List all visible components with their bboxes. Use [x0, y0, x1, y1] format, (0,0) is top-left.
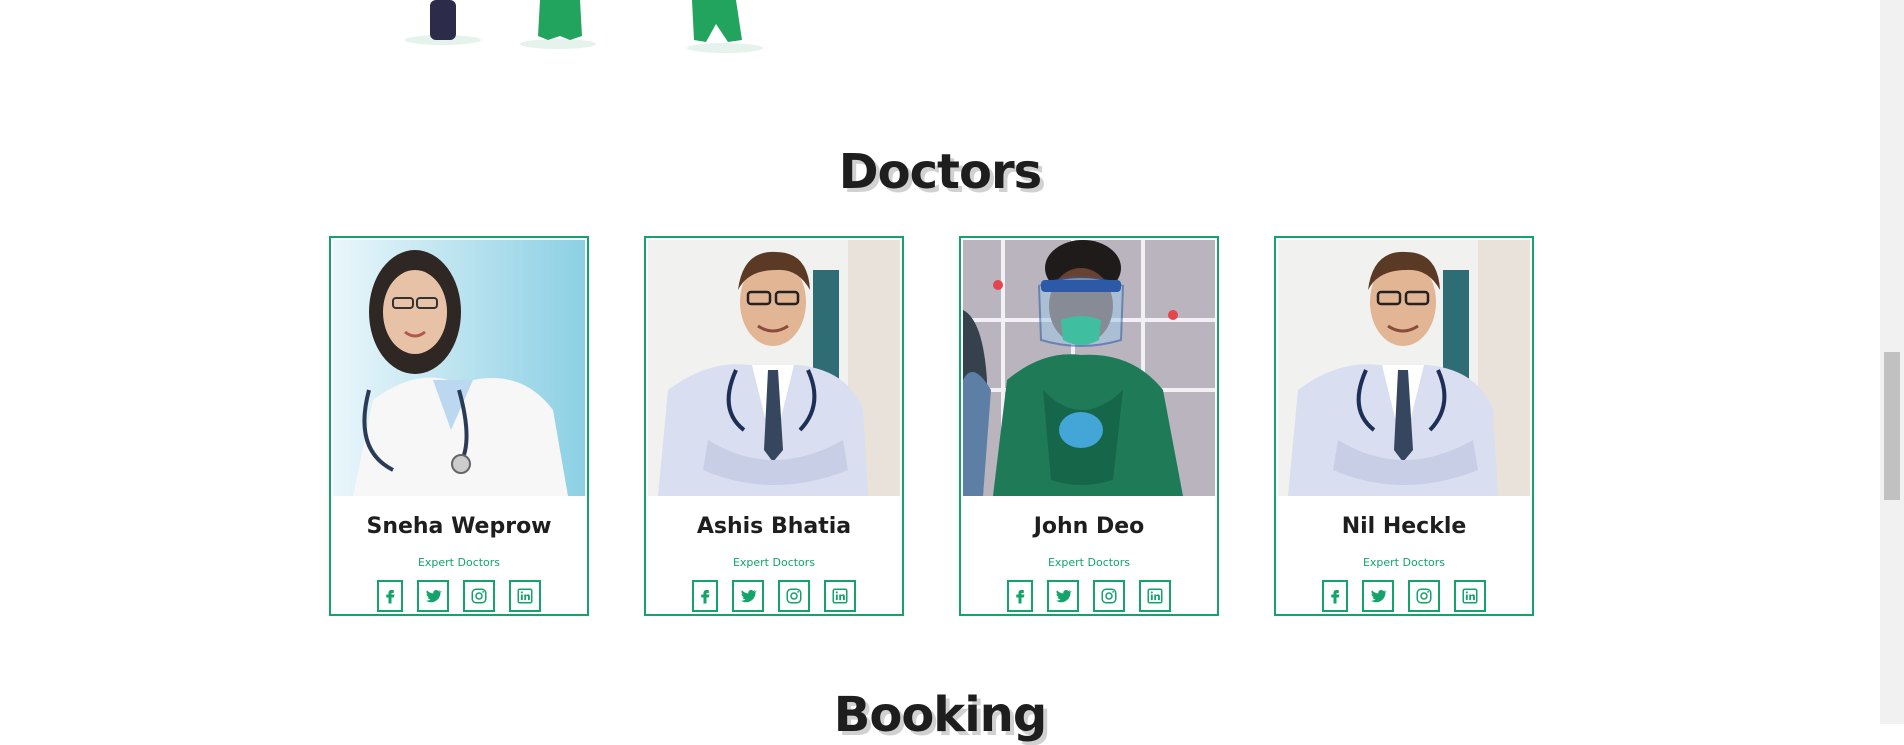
instagram-icon[interactable] [1408, 580, 1440, 612]
doctors-cards: Sneha Weprow Expert Doctors Ashis Bhatia… [329, 236, 1535, 616]
facebook-icon[interactable] [1322, 580, 1348, 612]
section-title-booking: Booking [833, 687, 1047, 743]
doctor-card: Nil Heckle Expert Doctors [1274, 236, 1534, 616]
doctor-role: Expert Doctors [1362, 556, 1446, 569]
doctor-name: John Deo [1033, 514, 1145, 539]
section-title-doctors: Doctors [838, 144, 1042, 200]
scrollbar-thumb[interactable] [1884, 352, 1900, 500]
medical-staff-illustration [0, 0, 1880, 60]
social-links [961, 580, 1217, 612]
doctor-name: Ashis Bhatia [696, 514, 852, 539]
doctor-card: Sneha Weprow Expert Doctors [329, 236, 589, 616]
linkedin-icon[interactable] [1139, 580, 1171, 612]
doctor-with-face-shield-photo [963, 240, 1215, 496]
doctor-card: Ashis Bhatia Expert Doctors [644, 236, 904, 616]
twitter-icon[interactable] [732, 580, 764, 612]
social-links [331, 580, 587, 612]
instagram-icon[interactable] [463, 580, 495, 612]
doctor-role: Expert Doctors [1047, 556, 1131, 569]
social-links [646, 580, 902, 612]
doctor-card: John Deo Expert Doctors [959, 236, 1219, 616]
male-doctor-photo [648, 240, 900, 496]
doctor-name: Sneha Weprow [366, 514, 552, 539]
twitter-icon[interactable] [1362, 580, 1394, 612]
twitter-icon[interactable] [1047, 580, 1079, 612]
doctor-role: Expert Doctors [417, 556, 501, 569]
linkedin-icon[interactable] [824, 580, 856, 612]
doctor-name: Nil Heckle [1341, 514, 1467, 539]
twitter-icon[interactable] [417, 580, 449, 612]
female-doctor-photo [333, 240, 585, 496]
page-scrollbar[interactable] [1880, 0, 1904, 724]
instagram-icon[interactable] [778, 580, 810, 612]
linkedin-icon[interactable] [1454, 580, 1486, 612]
male-doctor-photo [1278, 240, 1530, 496]
doctor-role: Expert Doctors [732, 556, 816, 569]
page: Doctors Sneha Weprow Expert Doctors Ashi… [0, 0, 1880, 743]
facebook-icon[interactable] [692, 580, 718, 612]
facebook-icon[interactable] [377, 580, 403, 612]
linkedin-icon[interactable] [509, 580, 541, 612]
social-links [1276, 580, 1532, 612]
instagram-icon[interactable] [1093, 580, 1125, 612]
facebook-icon[interactable] [1007, 580, 1033, 612]
